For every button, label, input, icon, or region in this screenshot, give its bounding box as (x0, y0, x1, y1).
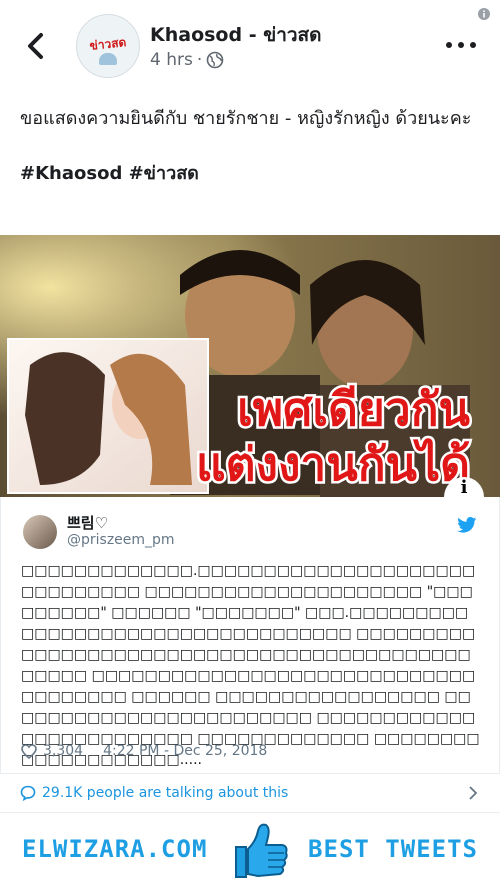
post-image[interactable]: เพศเดียวกัน แต่งงานกันได้ i (0, 235, 500, 497)
tweet-body: □□□□□□□□□□□□□.□□□□□□□□□□□□□□□□□□□□□□□□□□… (21, 563, 480, 768)
heart-icon[interactable] (21, 743, 37, 759)
more-dot-icon (470, 42, 476, 48)
post-meta: 4 hrs · (150, 50, 224, 70)
chevron-right-icon[interactable] (468, 786, 478, 800)
tweet-footer: 3,304 4:22 PM - Dec 25, 2018 (21, 743, 267, 759)
post-image-art: เพศเดียวกัน แต่งงานกันได้ i (0, 235, 500, 497)
tweet-author-name[interactable]: 쁘림♡ (67, 512, 108, 533)
talking-about-row[interactable]: 29.1K people are talking about this (0, 774, 500, 812)
back-button[interactable] (18, 28, 52, 64)
headline-line-1: เพศเดียวกัน (237, 382, 470, 436)
more-dot-icon (446, 42, 452, 48)
twitter-bird-icon[interactable] (457, 517, 477, 533)
post-message: ขอแสดงความยินดีกับ ชายรักชาย - หญิงรักหญ… (20, 108, 472, 129)
post-time[interactable]: 4 hrs (150, 50, 193, 70)
comment-bubble-icon (20, 785, 36, 801)
back-arrow-icon (28, 33, 43, 59)
embedded-tweet[interactable]: 쁘림♡ @priszeem_pm □□□□□□□□□□□□□.□□□□□□□□□… (0, 497, 500, 773)
thumbs-up-icon (235, 823, 288, 878)
more-options-button[interactable] (446, 36, 476, 54)
post-header: ข่าวสด Khaosod - ข่าวสด 4 hrs · (0, 0, 500, 90)
image-info-glyph: i (461, 477, 468, 497)
post-hashtags[interactable]: #Khaosod #ข่าวสด (20, 159, 480, 188)
info-icon[interactable] (478, 8, 490, 20)
tweet-timestamp[interactable]: 4:22 PM - Dec 25, 2018 (103, 743, 267, 759)
tweet-like-count: 3,304 (43, 743, 84, 759)
post-text: ขอแสดงความยินดีกับ ชายรักชาย - หญิงรักหญ… (20, 104, 480, 188)
more-dot-icon (458, 42, 464, 48)
globe-icon (206, 51, 224, 69)
meta-separator: · (196, 50, 203, 70)
tweet-avatar[interactable] (23, 515, 57, 549)
avatar-figure (99, 53, 117, 65)
page-avatar[interactable]: ข่าวสด (76, 14, 140, 78)
watermark-footer: ELWIZARA.COM BEST TWEETS (0, 812, 500, 884)
talking-about-text[interactable]: 29.1K people are talking about this (42, 785, 288, 801)
brand-left-text: ELWIZARA.COM (22, 835, 208, 863)
headline-line-2: แต่งงานกันได้ (196, 437, 470, 491)
brand-right-text: BEST TWEETS (308, 835, 478, 863)
tweet-author-handle[interactable]: @priszeem_pm (67, 532, 175, 548)
page-name[interactable]: Khaosod - ข่าวสด (150, 20, 321, 50)
